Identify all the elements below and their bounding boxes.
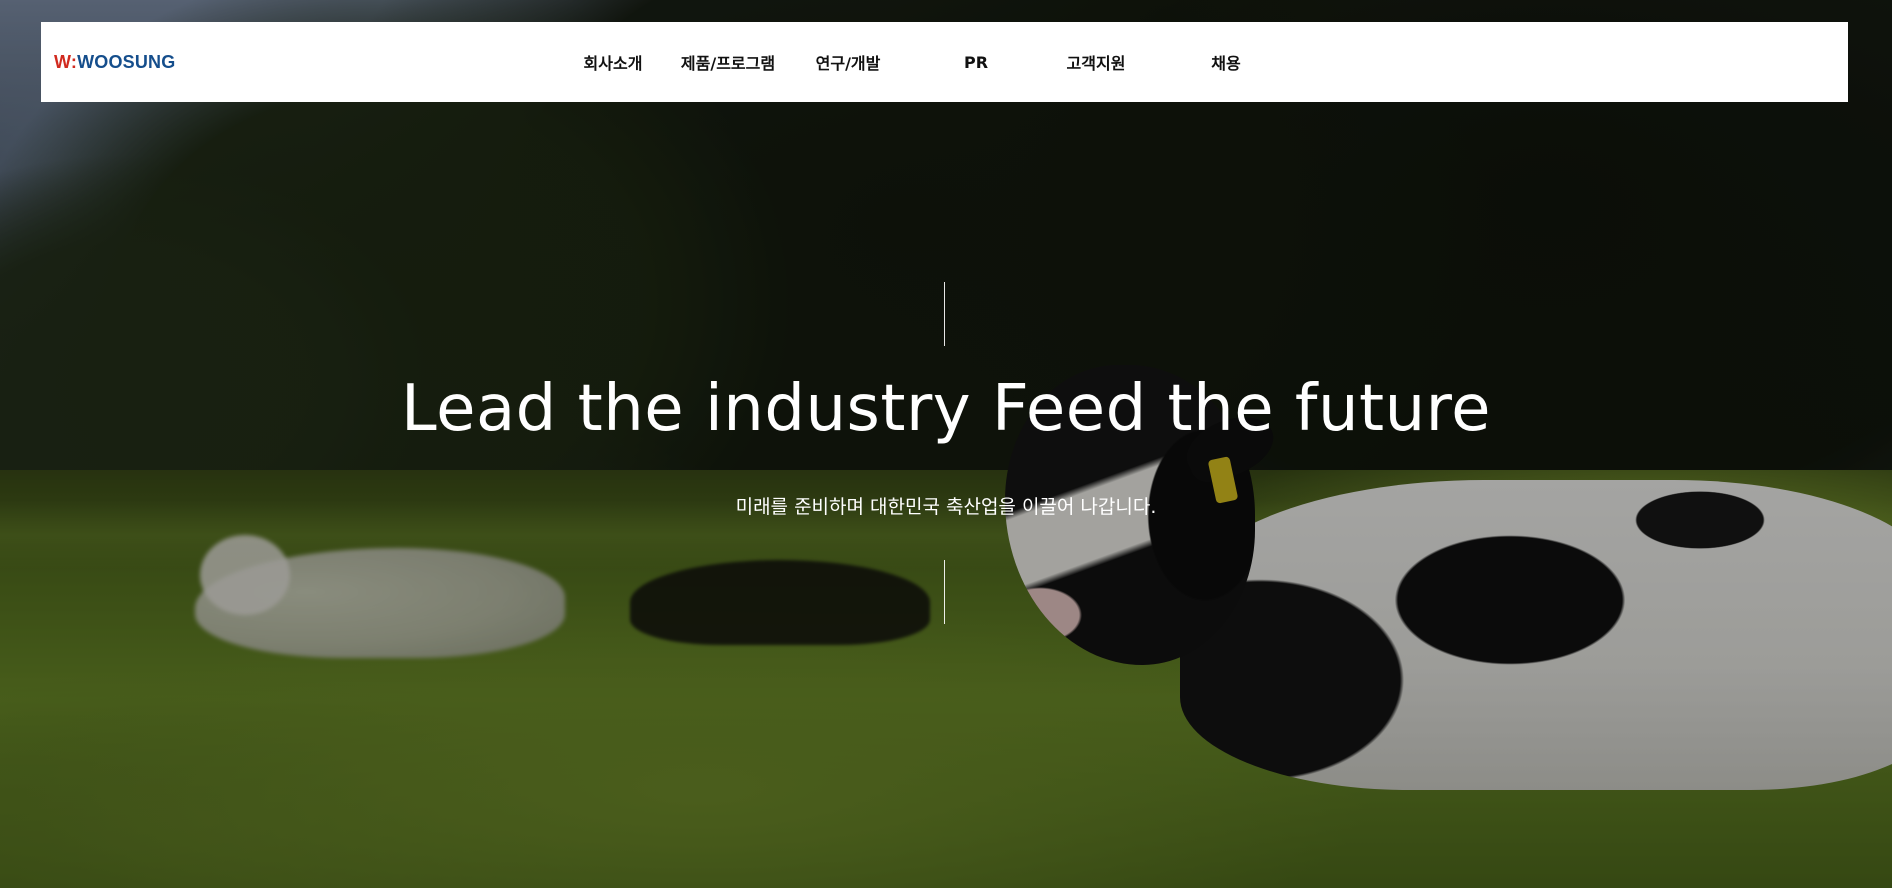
nav-item-research[interactable]: 연구/개발	[803, 22, 893, 102]
hero-divider-top	[944, 282, 945, 346]
nav-item-support[interactable]: 고객지원	[1051, 22, 1141, 102]
hero-section: W: WOOSUNG 회사소개 제품/프로그램 연구/개발 PR 고객지원 채용 …	[0, 0, 1892, 888]
main-nav: 회사소개 제품/프로그램 연구/개발 PR 고객지원 채용	[41, 22, 1848, 102]
hero-divider-bottom	[944, 560, 945, 624]
nav-item-pr[interactable]: PR	[941, 22, 1011, 102]
nav-item-products[interactable]: 제품/프로그램	[668, 22, 788, 102]
hero-subtitle: 미래를 준비하며 대한민국 축산업을 이끌어 나갑니다.	[735, 496, 1157, 518]
nav-item-company[interactable]: 회사소개	[573, 22, 653, 102]
nav-item-careers[interactable]: 채용	[1201, 22, 1251, 102]
site-header: W: WOOSUNG 회사소개 제품/프로그램 연구/개발 PR 고객지원 채용	[41, 22, 1848, 102]
hero-title: Lead the industry Feed the future	[401, 372, 1491, 446]
